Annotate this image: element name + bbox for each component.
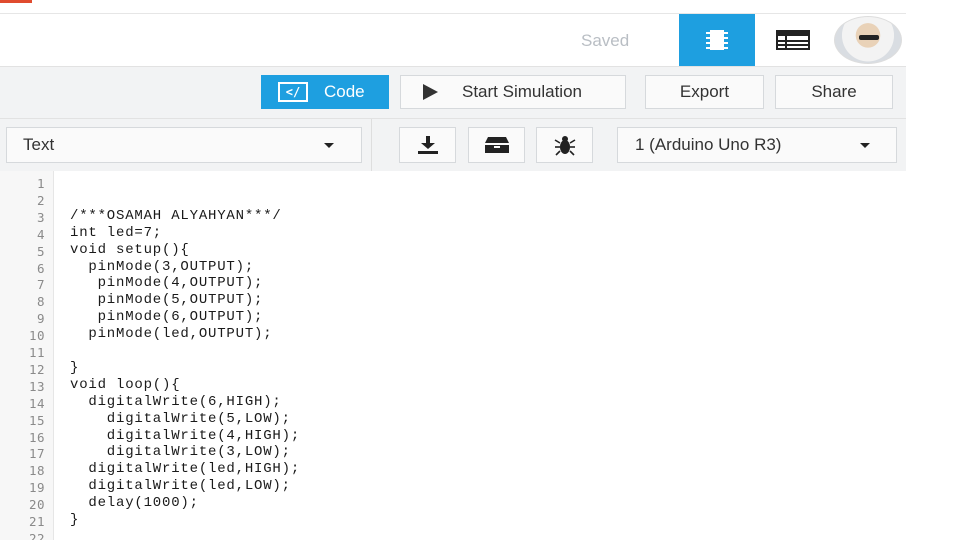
line-number: 13 xyxy=(28,378,45,394)
code-line: digitalWrite(led,HIGH); xyxy=(70,461,301,478)
code-line: void setup(){ xyxy=(70,241,190,258)
line-number: 3 xyxy=(36,209,45,225)
line-number: 8 xyxy=(36,294,45,310)
header-bar: Saved xyxy=(0,14,906,66)
line-number: 18 xyxy=(28,463,45,479)
component-list-icon xyxy=(776,30,810,50)
code-button[interactable]: </ Code xyxy=(261,75,389,109)
download-button[interactable] xyxy=(399,127,456,163)
chevron-down-icon xyxy=(860,143,870,148)
line-number: 4 xyxy=(36,226,45,242)
line-number-gutter: 1 2 3 4 5 6 7 8 9 10 11 12 13 14 15 16 17 18 19 20 21 22 xyxy=(0,171,54,540)
code-line: delay(1000); xyxy=(70,495,199,512)
brand-accent-bar xyxy=(0,0,32,3)
line-number: 22 xyxy=(28,530,45,540)
export-button[interactable]: Export xyxy=(645,75,764,109)
code-line: digitalWrite(led,LOW); xyxy=(70,478,291,495)
code-line: pinMode(4,OUTPUT); xyxy=(70,275,264,292)
code-line: digitalWrite(6,HIGH); xyxy=(70,393,282,410)
line-number: 6 xyxy=(36,260,45,276)
line-number: 21 xyxy=(28,514,45,529)
line-number: 10 xyxy=(28,328,45,344)
device-select-value: 1 (Arduino Uno R3) xyxy=(635,135,782,154)
line-number: 19 xyxy=(28,480,45,496)
user-avatar[interactable] xyxy=(834,16,902,64)
code-line: digitalWrite(4,HIGH); xyxy=(70,427,301,444)
bug-icon xyxy=(554,136,575,156)
code-editor-toolbar: Text 1 (Arduino Uno R3) xyxy=(0,118,906,172)
code-line: int led=7; xyxy=(70,224,163,241)
code-line: pinMode(6,OUTPUT); xyxy=(70,309,264,326)
code-line: void loop(){ xyxy=(70,376,181,393)
export-label: Export xyxy=(679,82,730,101)
avatar-detail xyxy=(859,35,879,40)
share-button[interactable]: Share xyxy=(775,75,893,109)
code-line: pinMode(5,OUTPUT); xyxy=(70,292,264,309)
avatar-image xyxy=(834,16,902,64)
circuit-board-icon xyxy=(706,30,728,50)
toolbar-divider xyxy=(371,119,372,172)
save-status: Saved xyxy=(581,31,630,50)
share-label: Share xyxy=(811,82,857,101)
line-number: 15 xyxy=(28,412,45,428)
code-line: pinMode(3,OUTPUT); xyxy=(70,258,255,275)
line-number: 2 xyxy=(36,192,45,208)
line-number: 17 xyxy=(28,446,45,462)
start-simulation-button[interactable]: Start Simulation xyxy=(400,75,626,109)
line-number: 14 xyxy=(28,395,45,411)
code-line: digitalWrite(5,LOW); xyxy=(70,410,291,427)
line-number: 12 xyxy=(28,361,45,377)
library-button[interactable] xyxy=(468,127,525,163)
line-number: 1 xyxy=(36,176,45,191)
circuit-view-button[interactable] xyxy=(679,14,755,66)
line-number: 16 xyxy=(28,429,45,445)
start-simulation-label: Start Simulation xyxy=(462,82,582,101)
line-number: 7 xyxy=(36,277,45,293)
component-list-button[interactable] xyxy=(755,14,831,66)
line-number: 9 xyxy=(36,311,45,327)
top-strip xyxy=(0,0,906,14)
editor-mode-select[interactable]: Text xyxy=(6,127,362,163)
line-number: 20 xyxy=(28,497,45,513)
play-icon xyxy=(423,84,438,100)
library-icon xyxy=(484,137,509,153)
line-number: 5 xyxy=(36,243,45,259)
chevron-down-icon xyxy=(324,143,334,148)
code-line: digitalWrite(3,LOW); xyxy=(70,444,291,461)
tinkercad-editor-app: Saved </ Code Start Simulation Export Sh… xyxy=(0,0,906,540)
code-line: } xyxy=(70,359,80,376)
code-line: pinMode(led,OUTPUT); xyxy=(70,326,273,343)
main-toolbar: </ Code Start Simulation Export Share xyxy=(0,66,906,118)
device-select[interactable]: 1 (Arduino Uno R3) xyxy=(617,127,897,163)
download-icon xyxy=(417,136,438,154)
code-line: } xyxy=(70,512,80,528)
editor-mode-value: Text xyxy=(23,135,55,154)
code-editor[interactable]: 1 2 3 4 5 6 7 8 9 10 11 12 13 14 15 16 17 18 19 20 21 22 /***… xyxy=(0,171,906,540)
code-button-label: Code xyxy=(324,82,365,101)
line-number: 11 xyxy=(28,345,45,360)
code-icon: </ xyxy=(278,82,308,102)
code-line: /***OSAMAH ALYAHYAN***/ xyxy=(70,207,282,224)
debugger-button[interactable] xyxy=(536,127,593,163)
